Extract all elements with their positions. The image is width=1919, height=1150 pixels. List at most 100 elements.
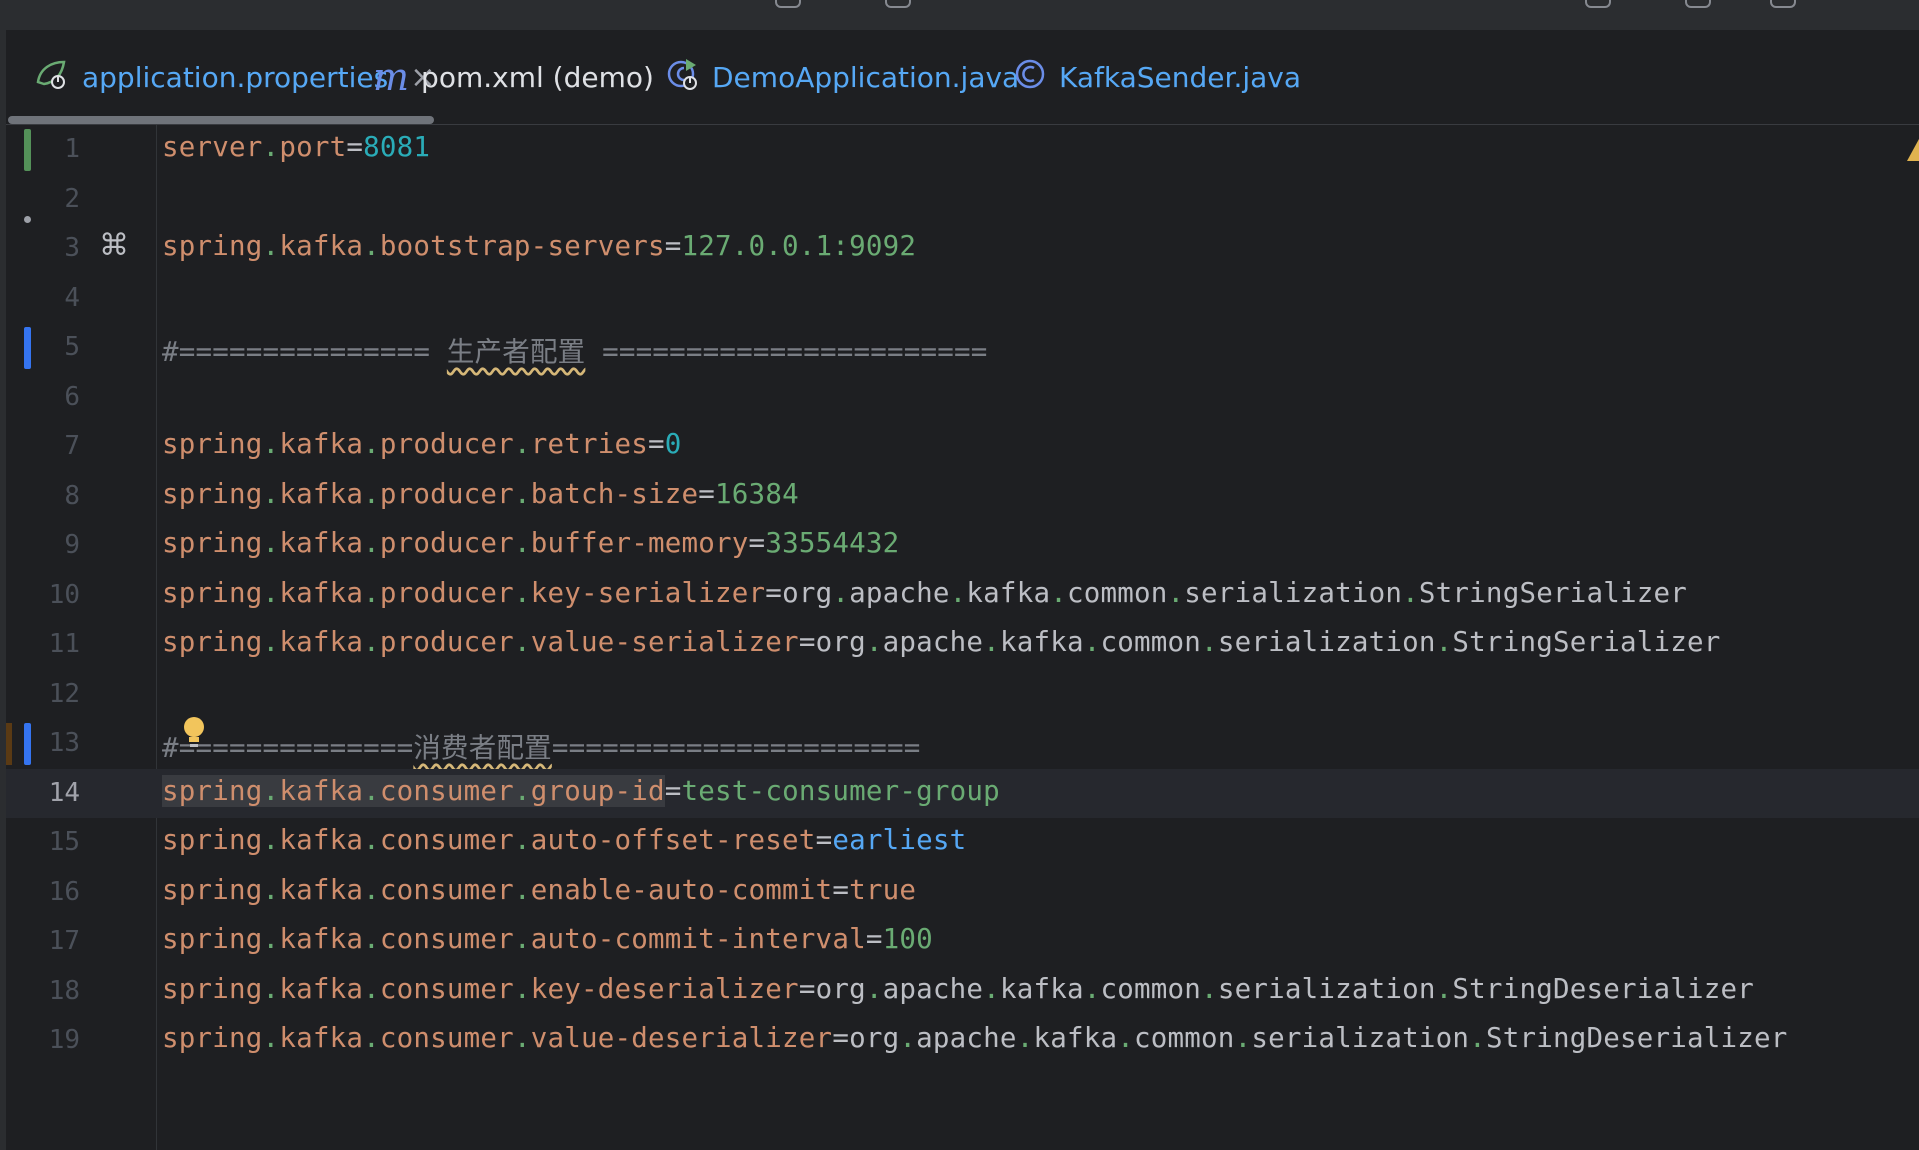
property-key-part: spring <box>162 428 263 460</box>
line-code: server.port=8081 <box>162 131 430 163</box>
line-code: spring.kafka.producer.key-serializer=org… <box>162 577 1687 609</box>
equals-sign: = <box>664 774 682 807</box>
code-line[interactable]: 4 <box>6 274 1919 324</box>
property-value-part: kafka <box>1033 1022 1118 1054</box>
property-key-part: spring <box>162 923 263 955</box>
key-separator: . <box>513 972 531 1005</box>
line-number[interactable]: 18 <box>26 976 80 1006</box>
maven-icon: m <box>373 55 410 99</box>
code-line[interactable]: 16 spring.kafka.consumer.enable-auto-comm… <box>6 868 1919 918</box>
key-separator: . <box>363 527 380 559</box>
code-line[interactable]: 10 spring.kafka.producer.key-serializer=o… <box>6 571 1919 621</box>
property-value-part: kafka <box>999 626 1084 658</box>
key-separator: . <box>262 626 280 658</box>
toolbar-icon[interactable] <box>885 0 911 8</box>
key-separator: . <box>513 824 531 856</box>
code-line[interactable]: 9 spring.kafka.producer.buffer-memory=335… <box>6 521 1919 571</box>
toolbar-icon[interactable] <box>775 0 801 8</box>
tab-kafka-sender[interactable]: KafkaSender.java <box>1013 30 1301 124</box>
line-number[interactable]: 5 <box>26 332 80 362</box>
line-number[interactable]: 7 <box>26 431 80 461</box>
vcs-added-marker[interactable] <box>24 129 31 171</box>
property-value-part: org <box>815 626 866 658</box>
property-value-part: StringSerializer <box>1452 626 1721 658</box>
property-value: test-consumer-group <box>681 774 1000 807</box>
value-separator: . <box>1117 1022 1135 1054</box>
command-icon[interactable]: ⌘ <box>99 228 129 263</box>
equals-sign: = <box>865 923 883 955</box>
value-separator: . <box>1083 626 1101 658</box>
key-separator: . <box>513 626 531 658</box>
value-separator: . <box>1016 1022 1034 1054</box>
property-key-part: key-deserializer <box>530 972 799 1005</box>
code-line[interactable]: 18 spring.kafka.consumer.key-deserializer… <box>6 967 1919 1017</box>
property-key-part: kafka <box>279 923 364 955</box>
value-separator: . <box>1402 576 1419 609</box>
key-separator: . <box>262 230 280 262</box>
code-line[interactable]: 1 server.port=8081 <box>6 125 1919 175</box>
value-separator: . <box>1435 626 1453 658</box>
line-number[interactable]: 8 <box>26 481 80 511</box>
property-value-part: apache <box>849 576 950 609</box>
line-code: spring.kafka.consumer.key-deserializer=o… <box>162 973 1754 1005</box>
property-value: true <box>849 873 917 906</box>
line-number[interactable]: 13 <box>26 728 80 758</box>
equals-sign: = <box>664 230 682 262</box>
value-separator: . <box>1201 972 1218 1005</box>
property-key-part: kafka <box>279 626 364 658</box>
line-number[interactable]: 19 <box>26 1025 80 1055</box>
key-separator: . <box>513 1022 531 1054</box>
code-line[interactable]: 5 #=============== 生产者配置 ================… <box>6 323 1919 373</box>
search-icon[interactable] <box>1685 0 1711 8</box>
code-line[interactable]: 6 <box>6 373 1919 423</box>
code-line[interactable]: 19 spring.kafka.consumer.value-deserializ… <box>6 1016 1919 1066</box>
line-number[interactable]: 3 <box>26 233 80 263</box>
code-line[interactable]: 2 <box>6 175 1919 225</box>
property-value-part: serialization <box>1217 626 1436 658</box>
line-number[interactable]: 11 <box>26 629 80 659</box>
property-key-part: kafka <box>279 527 364 559</box>
lightbulb-icon[interactable] <box>182 715 206 757</box>
settings-icon[interactable] <box>1770 0 1796 8</box>
line-number[interactable]: 10 <box>26 580 80 610</box>
line-number[interactable]: 2 <box>26 184 80 214</box>
code-line[interactable]: 12 <box>6 670 1919 720</box>
property-key-part: value-deserializer <box>530 1022 833 1054</box>
property-key-part: value-serializer <box>530 626 799 658</box>
code-line[interactable]: 8 spring.kafka.producer.batch-size=16384 <box>6 472 1919 522</box>
line-number[interactable]: 12 <box>26 679 80 709</box>
code-line[interactable]: 3 spring.kafka.bootstrap-servers=127.0.0.… <box>6 216 1919 274</box>
line-number[interactable]: 14 <box>26 778 80 808</box>
value-separator: . <box>983 972 1000 1005</box>
property-value-part: apache <box>882 972 984 1005</box>
tab-pom-xml[interactable]: m pom.xml (demo) <box>373 30 654 124</box>
bookmark-dot[interactable] <box>24 216 31 223</box>
toolbar-icon[interactable] <box>1585 0 1611 8</box>
code-editor[interactable]: 1 server.port=8081 2 3 spring.kafka.bootstra… <box>6 125 1919 1150</box>
vcs-modified-marker[interactable] <box>24 327 31 369</box>
code-line[interactable]: 15 spring.kafka.consumer.auto-offset-rese… <box>6 818 1919 868</box>
key-separator: . <box>262 477 280 510</box>
line-number[interactable]: 6 <box>26 382 80 412</box>
code-line[interactable]: 14 spring.kafka.consumer.group-id=test-co… <box>6 768 1919 818</box>
line-number[interactable]: 4 <box>26 283 80 313</box>
code-line[interactable]: 7 spring.kafka.producer.retries=0 <box>6 422 1919 472</box>
code-line[interactable]: 13 #==============消费者配置==================… <box>6 717 1919 769</box>
property-key-part: producer <box>379 626 514 658</box>
vcs-modified-marker[interactable] <box>24 723 31 765</box>
line-number[interactable]: 15 <box>26 827 80 857</box>
line-number[interactable]: 9 <box>26 530 80 560</box>
comment-text-cjk: 生产者配置 <box>446 336 586 368</box>
value-separator: . <box>949 576 967 609</box>
line-code: spring.kafka.consumer.value-deserializer… <box>162 1022 1788 1054</box>
line-number[interactable]: 17 <box>26 926 80 956</box>
property-value-part: apache <box>882 626 984 658</box>
property-key-part: spring <box>162 230 263 262</box>
property-value-part: StringDeserializer <box>1452 972 1755 1005</box>
line-number[interactable]: 1 <box>26 134 80 164</box>
tab-demo-application[interactable]: DemoApplication.java <box>666 30 1019 124</box>
line-number[interactable]: 16 <box>26 877 80 907</box>
active-tab-indicator <box>8 116 434 124</box>
code-line[interactable]: 11 spring.kafka.producer.value-serializer… <box>6 620 1919 670</box>
code-line[interactable]: 17 spring.kafka.consumer.auto-commit-inte… <box>6 917 1919 967</box>
